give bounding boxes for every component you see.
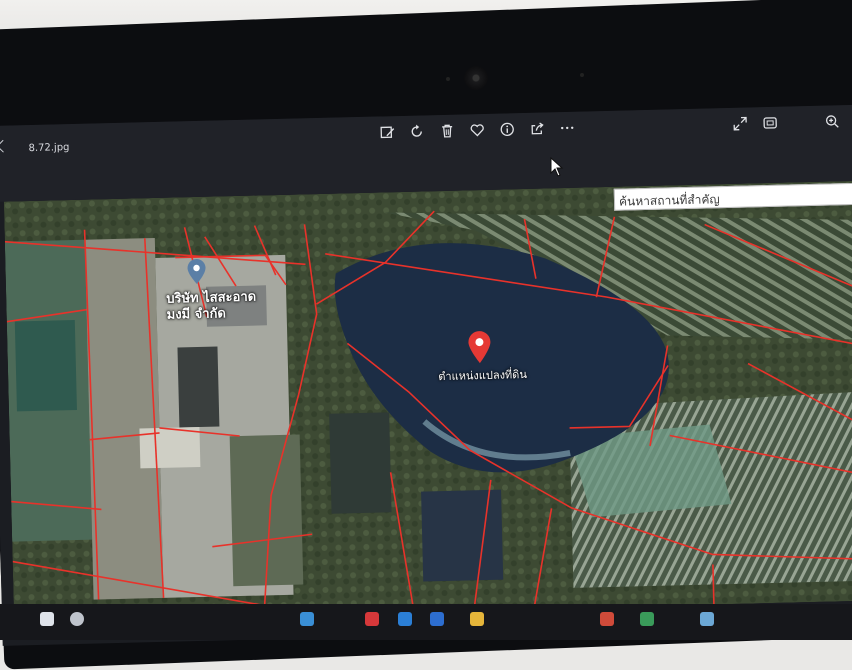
company-label-line1: บริษัท ไสสะอาด xyxy=(166,289,257,307)
fit-screen-button[interactable] xyxy=(758,111,783,136)
company-pin-icon[interactable] xyxy=(185,258,208,286)
share-button[interactable] xyxy=(525,116,550,141)
delete-icon xyxy=(442,124,453,138)
company-label: บริษัท ไสสะอาด มงมี จำกัด xyxy=(166,290,257,324)
favorite-button[interactable] xyxy=(465,118,490,143)
expand-icon xyxy=(733,116,747,131)
zoom-in-icon xyxy=(825,115,839,128)
sensor-dot xyxy=(580,73,584,77)
file-name: 8.72.jpg xyxy=(28,142,70,155)
edit-image-icon xyxy=(380,126,395,139)
app-icon[interactable] xyxy=(300,612,314,626)
fit-screen-icon xyxy=(763,117,777,129)
share-icon xyxy=(531,122,544,135)
satellite-map[interactable]: ค้นหาสถานที่สำคัญ ตำแหน่งแปลงที่ดิน บริษ… xyxy=(3,180,852,622)
rotate-button[interactable] xyxy=(405,119,430,144)
delete-button[interactable] xyxy=(435,119,460,144)
more-options-button[interactable] xyxy=(555,116,580,141)
more-options-icon xyxy=(561,126,574,130)
edit-image-button[interactable] xyxy=(375,120,400,145)
search-icon[interactable] xyxy=(70,612,84,626)
app-icon[interactable] xyxy=(470,612,484,626)
zoom-in-button[interactable] xyxy=(820,109,845,134)
info-icon xyxy=(500,122,514,137)
info-button[interactable] xyxy=(495,117,520,142)
taskbar xyxy=(0,604,852,640)
webcam-led xyxy=(446,77,450,81)
company-label-line2: มงมี จำกัด xyxy=(166,306,227,323)
satellite-imagery xyxy=(3,180,852,622)
photo-viewer-window: 8.72.jpg ค้นหาสถานที่สำคัญ ตำแหน่งแปลงที… xyxy=(0,104,852,646)
app-icon[interactable] xyxy=(430,612,444,626)
expand-button[interactable] xyxy=(728,111,753,136)
main-pin-label: ตำแหน่งแปลงที่ดิน xyxy=(438,367,528,384)
start-icon[interactable] xyxy=(40,612,54,626)
location-pin-icon[interactable] xyxy=(465,330,494,365)
webcam xyxy=(464,66,488,90)
app-icon[interactable] xyxy=(365,612,379,626)
app-icon[interactable] xyxy=(640,612,654,626)
back-icon[interactable] xyxy=(0,139,10,153)
app-icon[interactable] xyxy=(700,612,714,626)
app-icon[interactable] xyxy=(600,612,614,626)
app-icon[interactable] xyxy=(398,612,412,626)
favorite-heart-icon xyxy=(470,124,484,137)
mouse-pointer-icon xyxy=(550,157,564,177)
rotate-icon xyxy=(411,124,422,137)
